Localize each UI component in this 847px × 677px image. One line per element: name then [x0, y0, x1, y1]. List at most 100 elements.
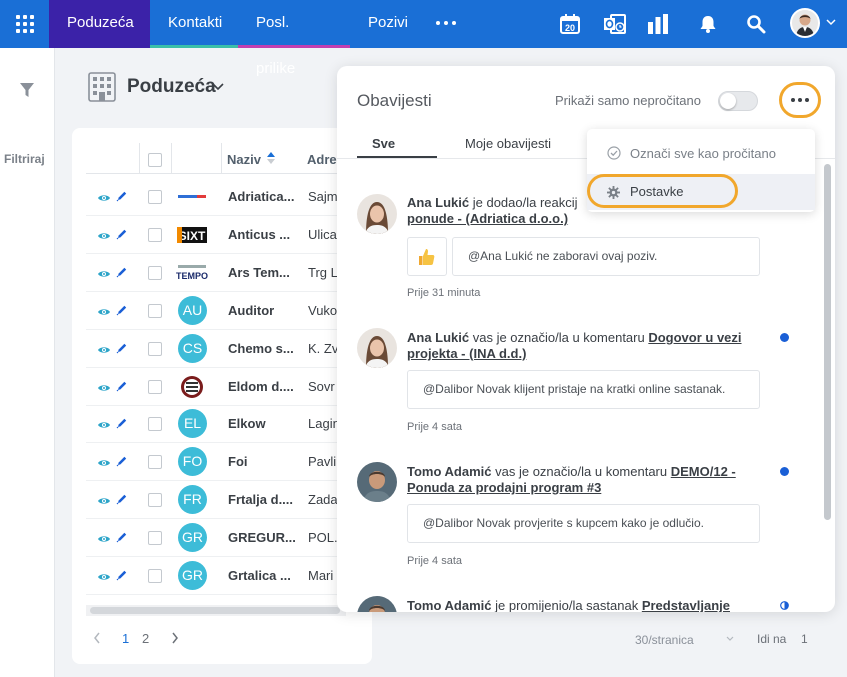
table-row[interactable]: FO Foi Pavli [86, 443, 346, 482]
unread-dot[interactable] [780, 333, 789, 342]
table-row[interactable]: EL Elkow Lagin [86, 405, 346, 444]
view-icon[interactable] [97, 417, 111, 435]
next-page-icon[interactable] [171, 632, 179, 644]
unread-only-toggle[interactable] [718, 91, 758, 111]
per-page-select[interactable]: 30/stranica [635, 633, 694, 647]
view-icon[interactable] [97, 493, 111, 511]
company-name[interactable]: Ars Tem... [228, 265, 304, 280]
user-avatar[interactable] [790, 8, 820, 38]
row-checkbox[interactable] [148, 455, 162, 470]
company-name[interactable]: Adriatica... [228, 189, 304, 204]
view-icon[interactable] [97, 190, 111, 208]
table-row[interactable]: Eldom d.... Sovr [86, 368, 346, 406]
view-dropdown-chevron-icon[interactable] [212, 82, 224, 92]
more-tabs-icon[interactable] [436, 21, 456, 25]
horizontal-scrollbar[interactable] [90, 607, 340, 614]
tab-poduzeca[interactable]: Poduzeća [49, 0, 150, 48]
vertical-scrollbar[interactable] [824, 164, 831, 520]
goto-page-input[interactable]: 1 [801, 632, 808, 646]
apps-grid-icon[interactable] [0, 0, 49, 48]
row-checkbox[interactable] [148, 265, 162, 280]
page-title[interactable]: Poduzeća [127, 76, 216, 98]
table-row[interactable]: GR Grtalica ... Mari [86, 557, 346, 595]
table-row[interactable]: FR Frtalja d.... Zada [86, 481, 346, 520]
row-checkbox[interactable] [148, 531, 162, 546]
company-name[interactable]: Grtalica ... [228, 568, 304, 583]
calendar-day: 20 [565, 23, 575, 33]
outlook-sync-icon[interactable] [601, 10, 629, 38]
bell-icon[interactable] [694, 10, 722, 38]
edit-icon[interactable] [116, 379, 128, 397]
row-checkbox[interactable] [148, 303, 162, 318]
row-checkbox[interactable] [148, 417, 162, 432]
row-checkbox[interactable] [148, 493, 162, 508]
view-icon[interactable] [97, 531, 111, 549]
table-row[interactable]: Adriatica... Sajm [86, 178, 346, 216]
edit-icon[interactable] [116, 568, 128, 586]
edit-icon[interactable] [116, 454, 128, 472]
table-row[interactable]: SIXT Anticus ... Ulica [86, 216, 346, 254]
company-name[interactable]: Eldom d.... [228, 379, 304, 394]
edit-icon[interactable] [116, 416, 128, 434]
column-header-adresa[interactable]: Adre [307, 152, 337, 167]
company-name[interactable]: Auditor [228, 303, 304, 318]
page-1-link[interactable]: 1 [122, 631, 129, 646]
sort-icon[interactable] [266, 151, 276, 165]
tab-posl-prilike[interactable]: Posl. prilike [238, 0, 350, 77]
select-all-checkbox[interactable] [148, 153, 162, 167]
unread-dot[interactable] [780, 467, 789, 476]
avatar [357, 328, 397, 368]
notification-text[interactable]: Tomo Adamić je promijenio/la sastanak Pr… [407, 598, 767, 612]
page-2-link[interactable]: 2 [142, 631, 149, 646]
row-checkbox[interactable] [148, 379, 162, 394]
filter-icon[interactable] [20, 83, 34, 98]
edit-icon[interactable] [116, 492, 128, 510]
edit-icon[interactable] [116, 265, 128, 283]
row-checkbox[interactable] [148, 190, 162, 204]
company-name[interactable]: GREGUR... [228, 530, 304, 545]
notification-text[interactable]: Ana Lukić vas je označio/la u komentaru … [407, 330, 767, 362]
calendar-icon[interactable]: 20 [556, 10, 584, 38]
filter-label[interactable]: Filtriraj [4, 152, 45, 166]
view-icon[interactable] [97, 266, 111, 284]
tab-kontakti[interactable]: Kontakti [150, 0, 238, 48]
table-row[interactable]: CS Chemo s... K. Zv [86, 330, 346, 368]
edit-icon[interactable] [116, 530, 128, 548]
user-menu-chevron-icon[interactable] [825, 16, 837, 28]
company-name[interactable]: Elkow [228, 416, 304, 431]
tab-moje-obavijesti[interactable]: Moje obavijesti [465, 136, 551, 151]
view-icon[interactable] [97, 304, 111, 322]
tab-pozivi[interactable]: Pozivi [350, 0, 426, 48]
edit-icon[interactable] [116, 189, 128, 207]
company-initials-badge: GR [178, 523, 207, 553]
company-name[interactable]: Foi [228, 454, 304, 469]
search-icon[interactable] [742, 10, 770, 38]
reports-icon[interactable] [644, 10, 672, 38]
company-name[interactable]: Chemo s... [228, 341, 304, 356]
row-checkbox[interactable] [148, 341, 162, 356]
view-icon[interactable] [97, 342, 111, 360]
edit-icon[interactable] [116, 341, 128, 359]
table-row[interactable]: GR GREGUR... POL. [86, 519, 346, 558]
view-icon[interactable] [97, 228, 111, 246]
view-icon[interactable] [97, 569, 111, 587]
notification-text[interactable]: Tomo Adamić vas je označio/la u komentar… [407, 464, 767, 496]
settings-item[interactable]: Postavke [587, 174, 738, 208]
more-options-button[interactable] [779, 82, 821, 118]
tab-sve[interactable]: Sve [372, 136, 395, 151]
prev-page-icon[interactable] [93, 632, 101, 644]
per-page-chevron-icon[interactable] [726, 636, 734, 642]
view-icon[interactable] [97, 455, 111, 473]
row-checkbox[interactable] [148, 227, 162, 242]
table-row[interactable]: TEMPO Ars Tem... Trg L [86, 254, 346, 292]
company-logo: TEMPO [174, 261, 210, 285]
company-name[interactable]: Anticus ... [228, 227, 304, 242]
edit-icon[interactable] [116, 227, 128, 245]
view-icon[interactable] [97, 380, 111, 398]
column-header-naziv[interactable]: Naziv [227, 152, 261, 167]
table-row[interactable]: AU Auditor Vuko [86, 292, 346, 330]
edit-icon[interactable] [116, 303, 128, 321]
partially-read-icon[interactable] [780, 601, 789, 610]
row-checkbox[interactable] [148, 569, 162, 583]
company-name[interactable]: Frtalja d.... [228, 492, 304, 507]
